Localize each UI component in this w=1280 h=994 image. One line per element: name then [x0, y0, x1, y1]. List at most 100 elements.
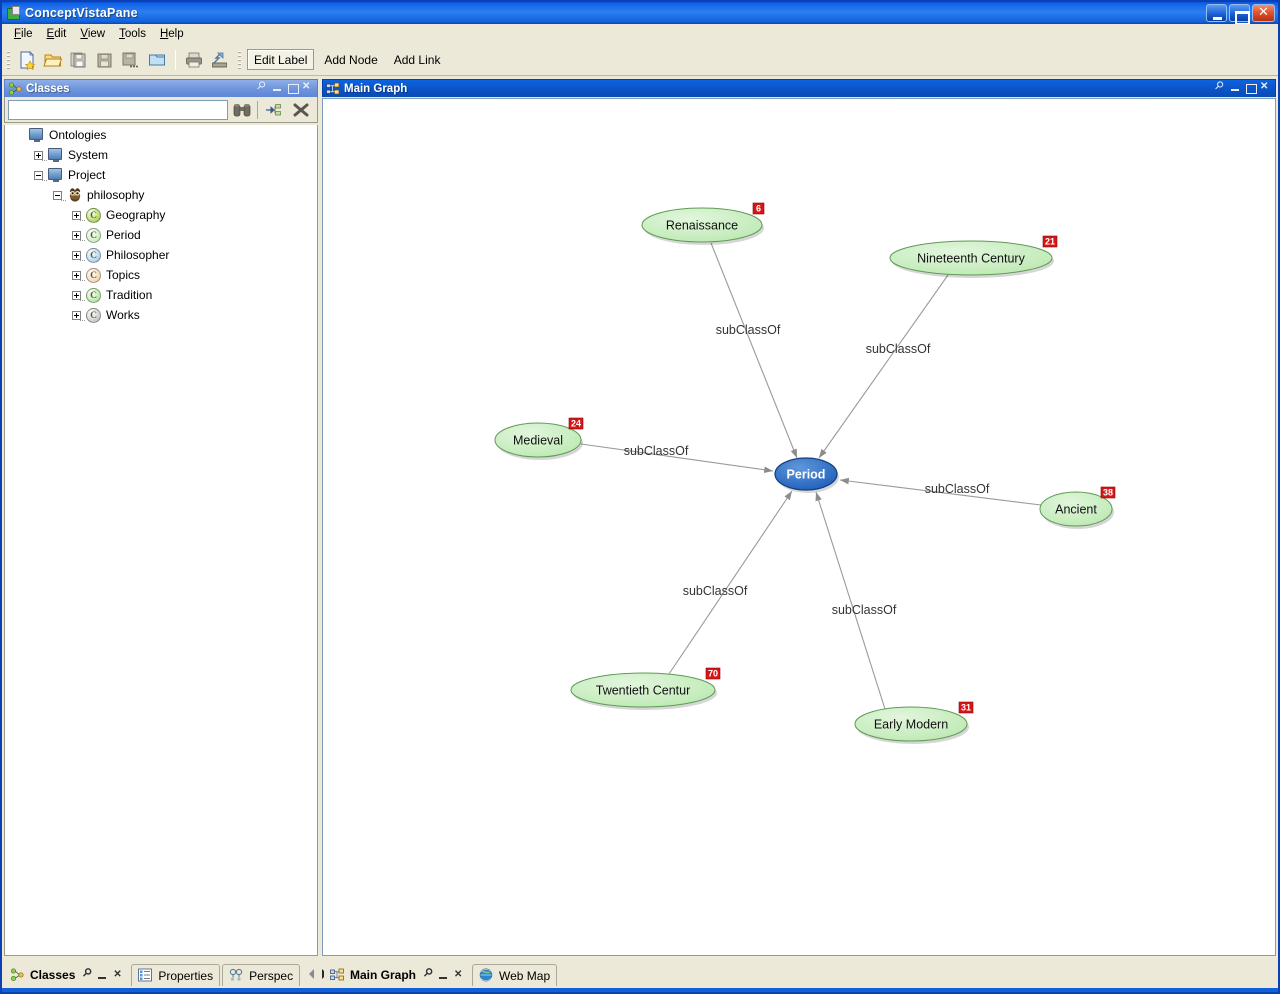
save-as-button[interactable] — [93, 48, 117, 72]
tab-main-graph[interactable]: Main Graph — [324, 964, 471, 986]
graph-icon — [330, 968, 346, 983]
close-icon[interactable] — [1260, 81, 1271, 94]
collapse-toggle[interactable] — [52, 190, 62, 200]
expand-toggle[interactable] — [71, 210, 81, 220]
close-icon[interactable] — [454, 969, 464, 981]
tree-item-tradition[interactable]: C Tradition — [5, 285, 317, 305]
maximize-icon[interactable] — [1245, 82, 1257, 94]
close-icon[interactable] — [113, 969, 123, 981]
menu-help[interactable]: Help — [153, 26, 191, 42]
open-folder-button[interactable] — [41, 48, 65, 72]
expand-toggle[interactable] — [71, 250, 81, 260]
ontology-graph[interactable]: Renaissance Nineteenth Century Medieval Anc… — [323, 99, 1276, 956]
minimize-icon[interactable] — [272, 82, 283, 94]
class-circle-icon: C — [86, 208, 101, 223]
tab-perspectives[interactable]: Perspec — [222, 964, 301, 986]
collapse-icon[interactable] — [47, 190, 67, 201]
toolbar: Edit Label Add Node Add Link — [2, 44, 1278, 76]
close-icon[interactable] — [302, 81, 313, 94]
expand-icon[interactable] — [66, 270, 86, 281]
expand-toggle[interactable] — [71, 310, 81, 320]
tree-item-period[interactable]: C Period — [5, 225, 317, 245]
expand-icon[interactable] — [28, 150, 48, 161]
window-title: ConceptVistaPane — [25, 6, 138, 20]
minimize-button[interactable] — [1206, 4, 1227, 22]
graph-edge[interactable] — [818, 274, 949, 459]
tab-main-graph-label: Main Graph — [350, 968, 417, 982]
new-file-button[interactable] — [15, 48, 39, 72]
class-tree[interactable]: Ontologies System Project philosophy C Geogra… — [4, 125, 318, 956]
add-link-button[interactable]: Add Link — [388, 49, 447, 70]
pin-icon[interactable] — [83, 970, 93, 981]
print-button[interactable] — [182, 48, 206, 72]
graph-edge[interactable] — [710, 242, 798, 459]
perspectives-icon — [229, 968, 245, 983]
sync-tree-button[interactable] — [260, 99, 287, 121]
graph-icon — [326, 82, 340, 96]
tree-item-works[interactable]: C Works — [5, 305, 317, 325]
minimize-icon[interactable] — [1230, 82, 1241, 94]
graph-canvas[interactable]: Renaissance Nineteenth Century Medieval Anc… — [322, 98, 1276, 956]
expand-toggle[interactable] — [71, 230, 81, 240]
tree-item-project[interactable]: Project — [5, 165, 317, 185]
minimize-icon[interactable] — [98, 970, 108, 981]
tree-item-ontologies[interactable]: Ontologies — [5, 125, 317, 145]
graph-node[interactable]: Renaissance — [641, 207, 764, 245]
toolbar-separator — [175, 49, 176, 70]
tab-scroll-left-button[interactable] — [306, 968, 317, 982]
expand-toggle[interactable] — [71, 290, 81, 300]
save-button[interactable] — [67, 48, 91, 72]
menu-tools[interactable]: Tools — [112, 26, 153, 42]
expand-icon[interactable] — [66, 210, 86, 221]
menu-file[interactable]: File — [7, 26, 40, 42]
pin-icon[interactable] — [257, 82, 268, 94]
minimize-icon[interactable] — [439, 970, 449, 981]
tree-item-topics[interactable]: C Topics — [5, 265, 317, 285]
tab-classes[interactable]: Classes — [4, 964, 130, 986]
tab-web-map[interactable]: Web Map — [472, 964, 558, 986]
menu-view[interactable]: View — [73, 26, 112, 42]
search-input[interactable] — [8, 99, 228, 120]
pin-icon[interactable] — [1215, 82, 1226, 94]
find-button[interactable] — [228, 99, 255, 121]
expand-toggle[interactable] — [71, 270, 81, 280]
pin-icon[interactable] — [424, 970, 434, 981]
graph-node[interactable]: Twentieth Centur — [570, 672, 717, 710]
monitor-glyph — [48, 148, 62, 162]
expand-icon[interactable] — [66, 250, 86, 261]
collapse-icon[interactable] — [28, 170, 48, 181]
clear-search-button[interactable] — [287, 99, 314, 121]
tree-item-philosophy[interactable]: philosophy — [5, 185, 317, 205]
folder-button[interactable] — [145, 48, 169, 72]
expand-icon[interactable] — [66, 310, 86, 321]
expand-icon[interactable] — [66, 290, 86, 301]
class-circle-icon: C — [86, 288, 101, 303]
graph-panel-title: Main Graph — [344, 82, 408, 95]
graph-node-center[interactable]: Period — [774, 457, 839, 493]
tab-classes-controls — [83, 969, 123, 981]
graph-node[interactable]: Early Modern — [854, 706, 969, 744]
monitor-icon — [29, 127, 45, 143]
maximize-button[interactable] — [1229, 4, 1250, 25]
graph-panel-controls — [1215, 81, 1271, 94]
close-button[interactable]: ✕ — [1252, 4, 1275, 22]
tree-item-label: Ontologies — [49, 128, 107, 142]
menu-edit[interactable]: Edit — [40, 26, 74, 42]
graph-node[interactable]: Nineteenth Century — [889, 240, 1054, 278]
tree-item-geography[interactable]: C Geography — [5, 205, 317, 225]
expand-toggle[interactable] — [33, 150, 43, 160]
tab-properties[interactable]: Properties — [131, 964, 221, 986]
toolbar-grip-2[interactable] — [236, 48, 243, 71]
add-node-button[interactable]: Add Node — [318, 49, 383, 70]
save-all-button[interactable] — [119, 48, 143, 72]
collapse-toggle[interactable] — [33, 170, 43, 180]
edit-label-button[interactable]: Edit Label — [247, 49, 315, 70]
graph-edge[interactable] — [668, 490, 793, 675]
toolbar-grip[interactable] — [5, 48, 12, 71]
export-button[interactable] — [208, 48, 232, 72]
maximize-icon[interactable] — [287, 82, 299, 94]
graph-edge[interactable] — [815, 491, 886, 710]
tree-item-system[interactable]: System — [5, 145, 317, 165]
tree-item-philosopher[interactable]: C Philosopher — [5, 245, 317, 265]
expand-icon[interactable] — [66, 230, 86, 241]
